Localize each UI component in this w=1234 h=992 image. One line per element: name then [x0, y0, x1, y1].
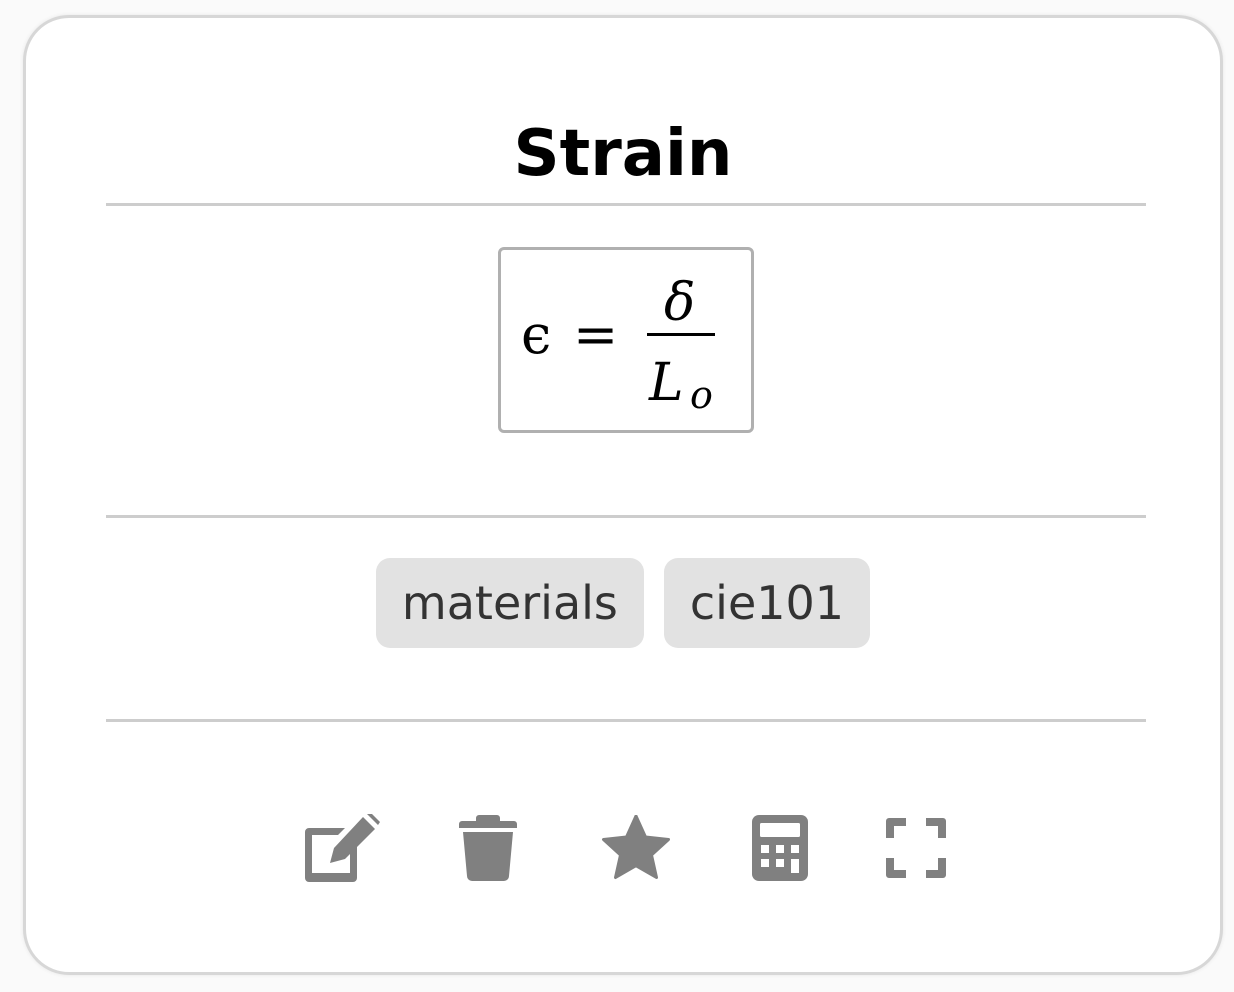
tag-cie101[interactable]: cie101: [663, 558, 871, 648]
formula-box: ϵ = δ L o: [498, 247, 754, 433]
tag-list: materials cie101: [26, 558, 1220, 648]
edit-icon: [305, 814, 380, 882]
trash-icon: [459, 815, 517, 881]
divider: [106, 719, 1146, 722]
formula-card: Strain ϵ = δ L o materials cie101: [23, 15, 1223, 975]
formula-denominator-subscript: o: [690, 373, 713, 417]
formula-equation: ϵ = δ L o: [521, 273, 715, 417]
edit-button[interactable]: [303, 808, 383, 888]
favorite-button[interactable]: [596, 808, 676, 888]
calculator-icon: [752, 815, 808, 881]
divider: [106, 203, 1146, 206]
formula-numerator: δ: [664, 273, 695, 333]
tag-materials[interactable]: materials: [375, 558, 644, 648]
fullscreen-button[interactable]: [876, 808, 956, 888]
divider: [106, 515, 1146, 518]
formula-equals: =: [573, 303, 618, 366]
formula-denominator: L: [648, 353, 684, 413]
action-bar: [26, 808, 1220, 888]
fraction-bar: [647, 333, 715, 336]
card-title: Strain: [513, 117, 733, 191]
expand-icon: [886, 818, 946, 878]
star-icon: [602, 815, 670, 879]
formula-lhs: ϵ: [521, 303, 551, 366]
delete-button[interactable]: [448, 808, 528, 888]
calculator-button[interactable]: [740, 808, 820, 888]
